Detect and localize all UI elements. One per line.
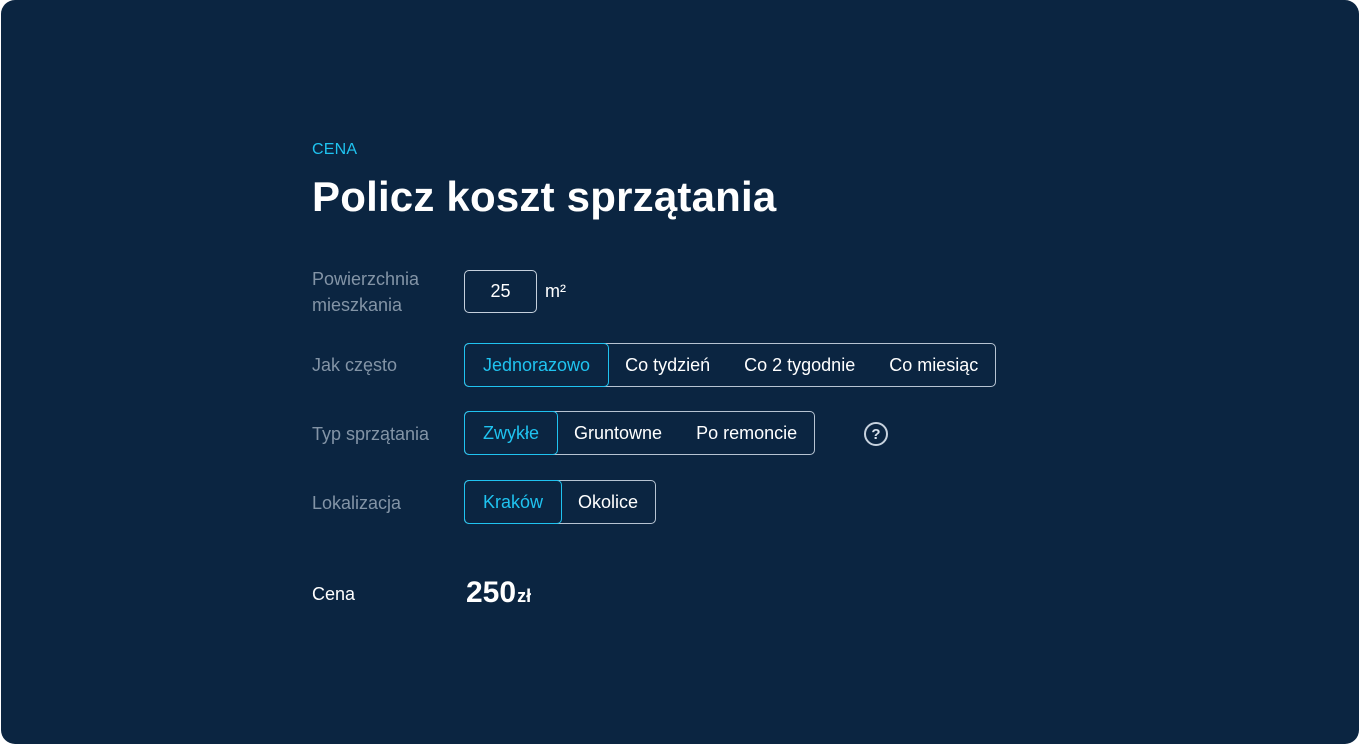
question-circle-icon[interactable]: ? (864, 422, 888, 446)
page-title: Policz koszt sprzątania (312, 173, 777, 220)
area-input[interactable]: 25 (464, 270, 537, 313)
cleaning-type-selector: Zwykłe Gruntowne Po remoncie (464, 411, 816, 455)
location-option-okolice[interactable]: Okolice (561, 481, 655, 523)
section-label: CENA (312, 141, 358, 158)
area-label: Powierzchnia mieszkania (312, 269, 420, 315)
price-value: 250zł (466, 576, 531, 610)
cleaning-type-option-po-remoncie[interactable]: Po remoncie (679, 412, 814, 454)
pricing-form: CENA Policz koszt sprzątania Powierzchni… (312, 0, 1112, 744)
frequency-label: Jak często (312, 355, 398, 375)
price-label: Cena (312, 584, 356, 604)
location-selector: Kraków Okolice (464, 480, 657, 524)
location-label: Lokalizacja (312, 493, 402, 513)
cleaning-type-option-zwykle[interactable]: Zwykłe (464, 411, 559, 455)
price-currency: zł (517, 586, 532, 606)
area-unit: m² (545, 281, 566, 301)
frequency-selector: Jednorazowo Co tydzień Co 2 tygodnie Co … (464, 343, 997, 387)
cleaning-type-label: Typ sprzątania (312, 424, 430, 444)
pricing-card: CENA Policz koszt sprzątania Powierzchni… (1, 0, 1359, 744)
price-amount: 250 (466, 576, 517, 609)
frequency-option-jednorazowo[interactable]: Jednorazowo (464, 343, 610, 387)
location-option-krakow[interactable]: Kraków (464, 480, 563, 524)
frequency-option-co-miesiac[interactable]: Co miesiąc (872, 344, 995, 386)
frequency-option-co-tydzien[interactable]: Co tydzień (608, 344, 727, 386)
frequency-option-co-2-tygodnie[interactable]: Co 2 tygodnie (727, 344, 872, 386)
cleaning-type-option-gruntowne[interactable]: Gruntowne (557, 412, 679, 454)
